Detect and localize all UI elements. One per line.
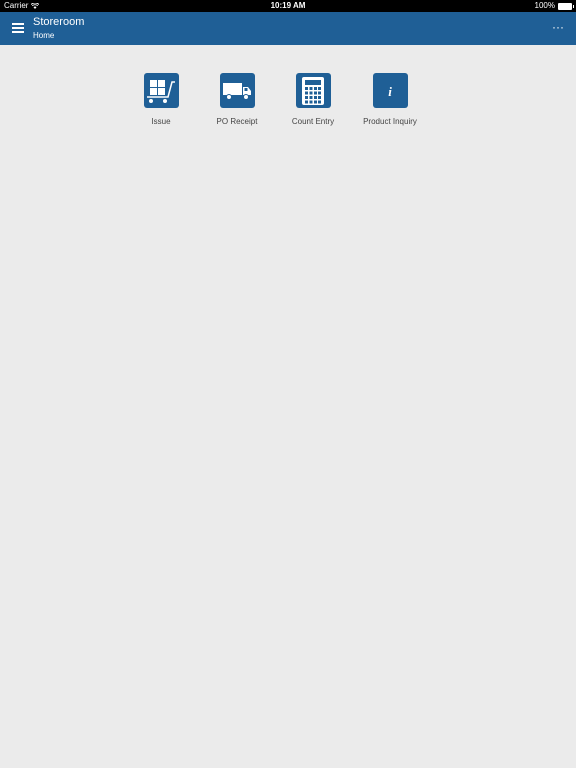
truck-icon: [223, 82, 251, 100]
tile-po-receipt-icon-box: [219, 73, 255, 108]
tile-product-inquiry-icon-box: i: [372, 73, 408, 108]
calculator-icon: [302, 76, 324, 105]
tile-count-entry-icon-box: [295, 73, 331, 108]
tile-issue-label: Issue: [151, 117, 171, 126]
hamburger-menu-icon[interactable]: [12, 23, 24, 33]
home-tiles: Issue PO Receipt Count Entry i Product I…: [0, 73, 576, 133]
tile-product-inquiry-label: Product Inquiry: [363, 117, 417, 126]
battery-indicator: 100%: [534, 0, 574, 12]
tile-po-receipt-label: PO Receipt: [216, 117, 258, 126]
battery-icon: [558, 2, 574, 10]
tile-po-receipt[interactable]: PO Receipt: [201, 73, 273, 126]
tile-issue-icon-box: [143, 73, 179, 108]
battery-label: 100%: [534, 1, 555, 10]
page-subtitle: Home: [33, 31, 55, 40]
tile-count-entry-label: Count Entry: [291, 117, 335, 126]
info-icon: i: [388, 84, 392, 99]
status-time: 10:19 AM: [270, 1, 306, 10]
app-header: Storeroom Home ···: [0, 12, 576, 45]
page-title: Storeroom: [33, 16, 85, 28]
svg-text:i: i: [388, 84, 392, 99]
cart-icon: [147, 79, 175, 103]
tile-count-entry[interactable]: Count Entry: [277, 73, 349, 126]
tile-product-inquiry[interactable]: i Product Inquiry: [354, 73, 426, 126]
more-options-icon[interactable]: ···: [552, 21, 564, 33]
status-bar: Carrier 10:19 AM 100%: [0, 0, 576, 12]
tile-issue[interactable]: Issue: [125, 73, 197, 126]
